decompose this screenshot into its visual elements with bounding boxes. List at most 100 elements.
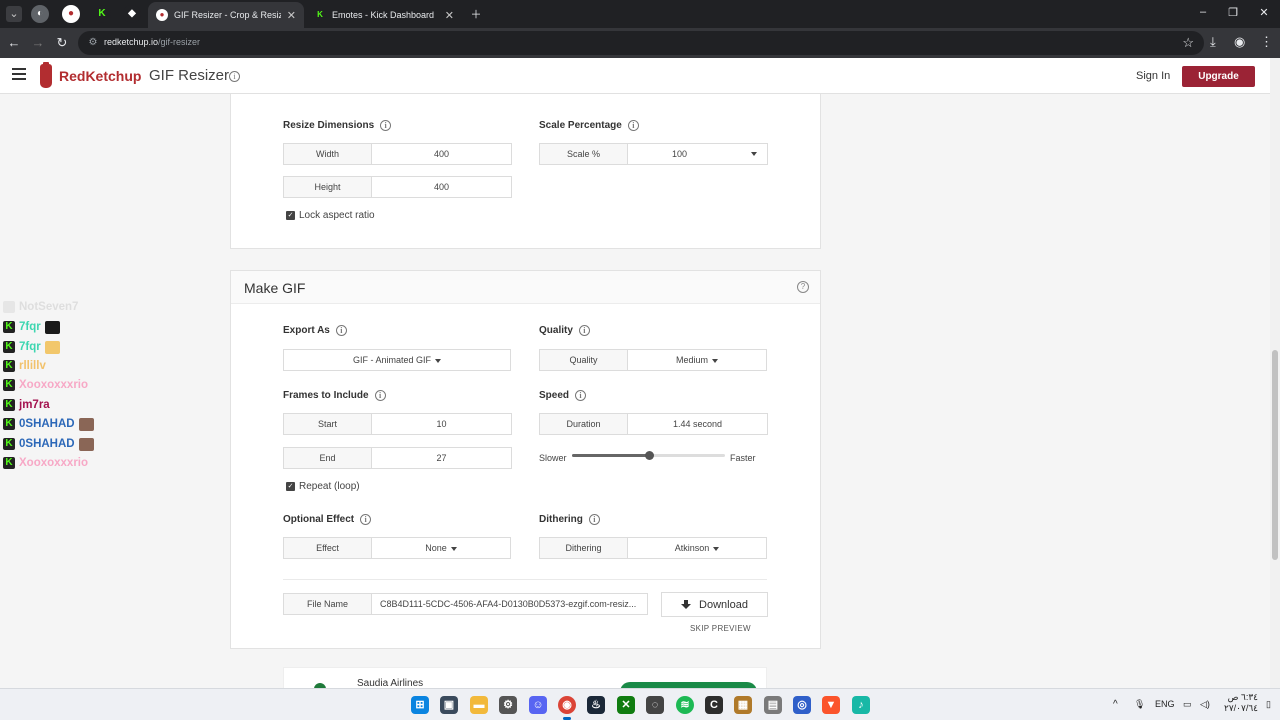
checkbox-checked-icon[interactable]: ✓	[286, 211, 295, 220]
sign-in-link[interactable]: Sign In	[1136, 70, 1170, 82]
lock-aspect-checkbox[interactable]: ✓ Lock aspect ratio	[286, 210, 375, 221]
close-tab-icon[interactable]: ✕	[287, 9, 296, 22]
info-icon[interactable]: i	[335, 325, 347, 336]
repeat-loop-checkbox[interactable]: ✓ Repeat (loop)	[286, 481, 360, 492]
app-icon-2[interactable]: ◌	[646, 696, 664, 714]
app-icon[interactable]: ⚙	[499, 696, 517, 714]
menu-dots-icon[interactable]: ⋮	[1260, 34, 1273, 50]
speed-slider[interactable]	[572, 451, 725, 460]
site-logo[interactable]: RedKetchup	[59, 68, 141, 84]
notification-bell-icon[interactable]: ▯	[1266, 699, 1271, 710]
info-icon[interactable]: i	[578, 325, 590, 336]
export-format-select[interactable]: GIF - Animated GIF	[283, 349, 511, 371]
tab-gif-resizer[interactable]: ● GIF Resizer - Crop & Resize Ani ✕	[148, 2, 304, 28]
file-name-field[interactable]: File Name C8B4D111-5CDC-4506-AFA4-D0130B…	[283, 593, 648, 615]
site-info-icon[interactable]: ⚙	[86, 36, 100, 50]
advertisement[interactable]: Saudia Airlines	[283, 667, 767, 688]
effect-field[interactable]: Effect None	[283, 537, 511, 559]
forward-arrow-icon[interactable]: →	[30, 35, 46, 51]
duration-field[interactable]: Duration 1.44 second	[539, 413, 768, 435]
discord-icon[interactable]: ☺	[529, 696, 547, 714]
clock[interactable]: ٦:٣٤ ص ٢٧/٠٧/٦٤	[1222, 692, 1258, 714]
pinned-tab-kick[interactable]: K	[93, 5, 111, 23]
hamburger-menu-icon[interactable]	[12, 68, 26, 82]
steam-icon[interactable]: ♨	[587, 696, 605, 714]
scrollbar-thumb[interactable]	[1272, 350, 1278, 560]
brave-icon[interactable]: ▼	[822, 696, 840, 714]
height-input[interactable]: 400	[372, 177, 511, 197]
chat-username[interactable]: Xooxoxxxrio	[19, 457, 88, 469]
xbox-icon[interactable]: ✕	[617, 696, 635, 714]
info-icon[interactable]: i	[575, 390, 587, 401]
start-frame-input[interactable]: 10	[372, 414, 511, 434]
chat-username[interactable]: 7fqr	[19, 321, 41, 333]
tray-chevron-icon[interactable]: ^	[1113, 699, 1118, 710]
dithering-field[interactable]: Dithering Atkinson	[539, 537, 767, 559]
duration-input[interactable]: 1.44 second	[628, 414, 767, 434]
checkbox-checked-icon[interactable]: ✓	[286, 482, 295, 491]
tab-kick-emotes[interactable]: K Emotes - Kick Dashboard ✕	[306, 2, 462, 28]
windows-start-icon[interactable]: ⊞	[411, 696, 429, 714]
pinned-tab-4[interactable]: ◆	[123, 5, 141, 23]
width-field[interactable]: Width 400	[283, 143, 512, 165]
app-icon-5[interactable]: ◎	[793, 696, 811, 714]
height-field[interactable]: Height 400	[283, 176, 512, 198]
microphone-icon[interactable]: 🎙	[1134, 699, 1145, 710]
file-name-input[interactable]: C8B4D111-5CDC-4506-AFA4-D0130B0D5373-ezg…	[372, 594, 647, 614]
pinned-tab-2[interactable]: ●	[62, 5, 80, 23]
scale-select[interactable]: 100	[628, 144, 767, 164]
info-icon[interactable]: i	[229, 71, 240, 82]
app-icon-4[interactable]: ▤	[764, 696, 782, 714]
close-tab-icon[interactable]: ✕	[445, 9, 454, 22]
audio-app-icon[interactable]: ♪	[852, 696, 870, 714]
width-input[interactable]: 400	[372, 144, 511, 164]
end-frame-field[interactable]: End 27	[283, 447, 512, 469]
effect-select[interactable]: None	[372, 538, 510, 558]
ccleaner-icon[interactable]: C	[705, 696, 723, 714]
skip-preview-link[interactable]: SKIP PREVIEW	[690, 624, 751, 633]
page-scrollbar[interactable]	[1270, 58, 1280, 688]
scale-field[interactable]: Scale % 100	[539, 143, 768, 165]
start-frame-field[interactable]: Start 10	[283, 413, 512, 435]
help-icon[interactable]: ?	[797, 281, 809, 293]
quality-field[interactable]: Quality Medium	[539, 349, 767, 371]
info-icon[interactable]: i	[627, 120, 639, 131]
quality-select[interactable]: Medium	[628, 350, 766, 370]
chat-username[interactable]: 7fqr	[19, 341, 41, 353]
close-window-button[interactable]: ✕	[1254, 6, 1274, 19]
chrome-icon[interactable]: ◉	[558, 696, 576, 714]
speed-slider-thumb[interactable]	[644, 451, 654, 460]
chat-username[interactable]: 0SHAHAD	[19, 438, 75, 450]
profile-icon[interactable]: ◉	[1234, 34, 1245, 50]
chat-username[interactable]: Xooxoxxxrio	[19, 379, 88, 391]
info-icon[interactable]: i	[588, 514, 600, 525]
chat-username[interactable]: jm7ra	[19, 399, 50, 411]
info-icon[interactable]: i	[360, 514, 372, 525]
chat-username[interactable]: 0SHAHAD	[19, 418, 75, 430]
download-tray-icon[interactable]: ⤓	[1210, 34, 1216, 50]
new-tab-button[interactable]: ＋	[466, 6, 486, 22]
dithering-select[interactable]: Atkinson	[628, 538, 766, 558]
upgrade-button[interactable]: Upgrade	[1182, 66, 1255, 87]
end-frame-input[interactable]: 27	[372, 448, 511, 468]
download-button[interactable]: Download	[661, 592, 768, 617]
chat-username[interactable]: NotSeven7	[19, 301, 78, 313]
info-icon[interactable]: i	[380, 120, 392, 131]
language-indicator[interactable]: ENG	[1155, 699, 1175, 709]
spotify-icon[interactable]: ≋	[676, 696, 694, 714]
info-icon[interactable]: i	[374, 390, 386, 401]
back-arrow-icon[interactable]: ←	[6, 35, 22, 51]
task-view-icon[interactable]: ▣	[440, 696, 458, 714]
reload-icon[interactable]: ↻	[54, 35, 70, 51]
pinned-tab-1[interactable]: ◐	[31, 5, 49, 23]
chat-username[interactable]: rllillv	[19, 360, 46, 372]
tab-search-button[interactable]: ⌄	[6, 6, 22, 22]
app-icon-3[interactable]: ▦	[734, 696, 752, 714]
restore-button[interactable]: ❐	[1223, 6, 1243, 19]
network-icon[interactable]: ▭	[1183, 699, 1192, 710]
address-bar[interactable]: ⚙ redketchup.io/gif-resizer ☆	[78, 31, 1204, 55]
file-explorer-icon[interactable]: ▬	[470, 696, 488, 714]
volume-icon[interactable]: ◁)	[1200, 699, 1210, 710]
minimize-button[interactable]: –	[1193, 6, 1213, 18]
bookmark-star-icon[interactable]: ☆	[1182, 35, 1194, 51]
